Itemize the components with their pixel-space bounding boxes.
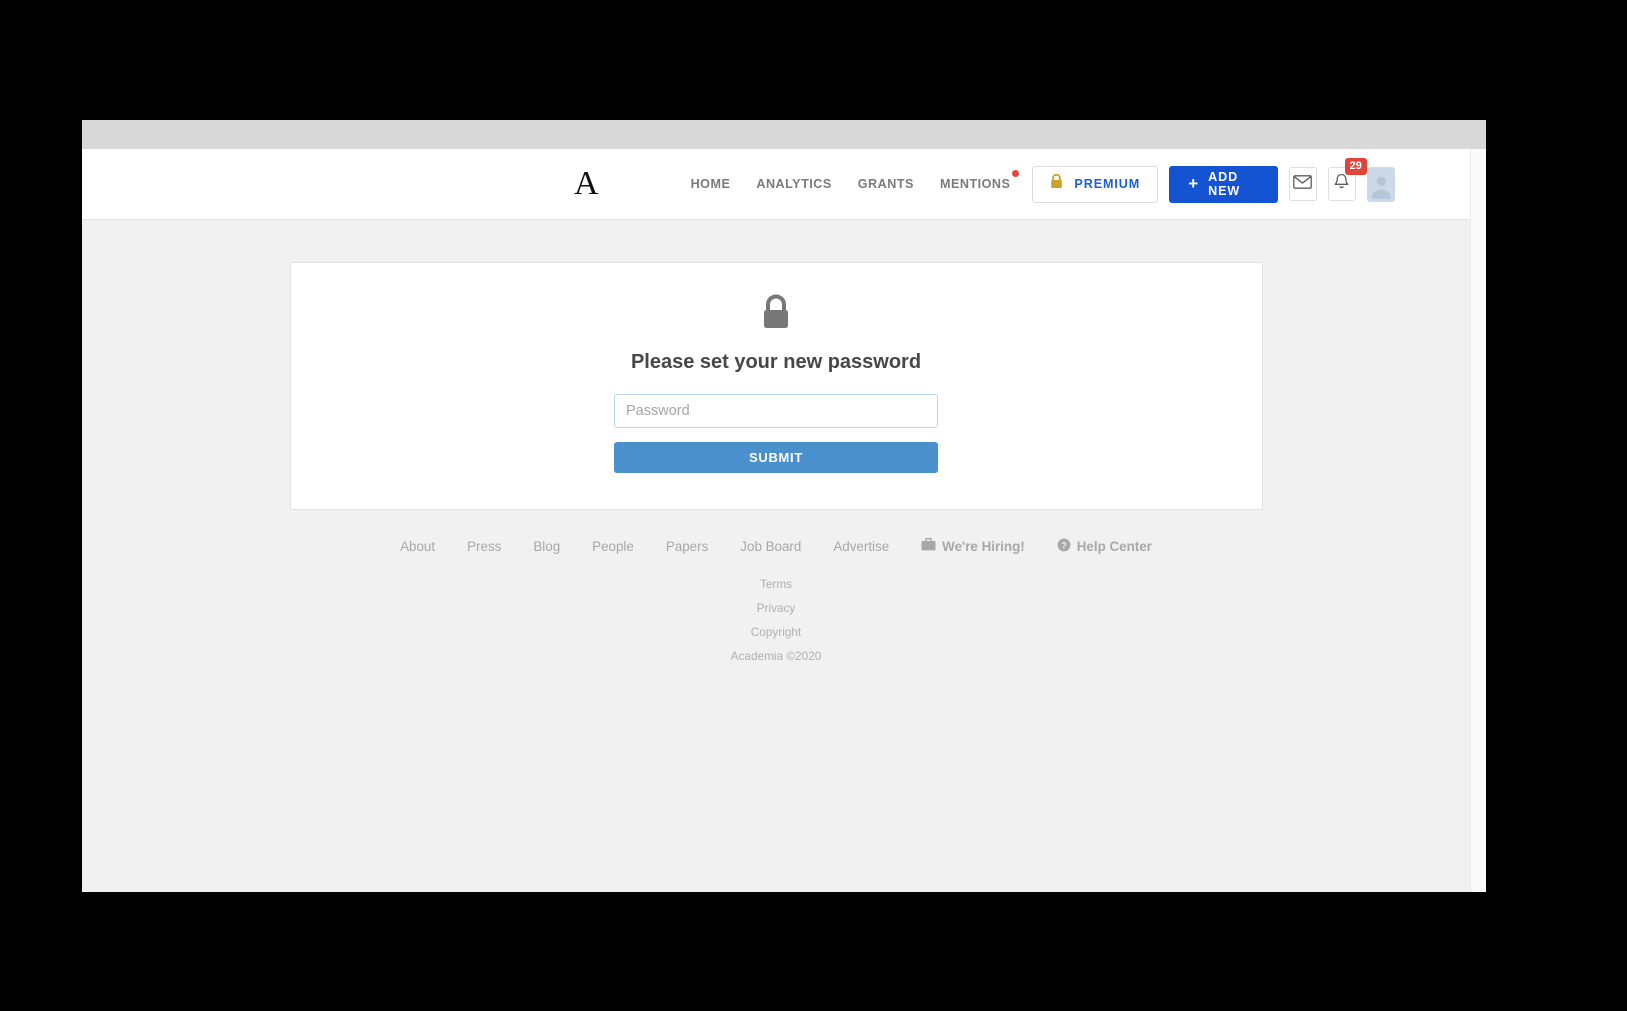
add-new-button[interactable]: + ADD NEW: [1169, 165, 1278, 203]
notifications-button[interactable]: 29: [1327, 158, 1367, 201]
footer-link-terms[interactable]: Terms: [82, 577, 1470, 591]
premium-button[interactable]: PREMIUM: [1032, 165, 1159, 203]
navbar-inner: A HOME ANALYTICS GRANTS MENTIONS PREMIUM…: [176, 158, 1396, 203]
lock-icon: [760, 294, 792, 337]
page-title: Please set your new password: [630, 351, 922, 373]
envelope-icon: [1293, 174, 1312, 194]
footer-legal-links: Terms Privacy Copyright Academia ©2020: [82, 577, 1470, 663]
footer-link-blog[interactable]: Blog: [533, 539, 560, 554]
nav-item-mentions[interactable]: MENTIONS: [939, 170, 1020, 191]
user-avatar-icon: [1371, 176, 1391, 199]
bell-icon: [1333, 173, 1350, 196]
submit-button[interactable]: SUBMIT: [614, 441, 938, 473]
footer-link-were-hiring[interactable]: We're Hiring!: [921, 537, 1025, 554]
nav-item-mentions-label: MENTIONS: [939, 177, 1011, 191]
footer-link-help-center[interactable]: ? Help Center: [1057, 538, 1152, 555]
lock-icon: [1050, 173, 1063, 194]
academia-logo[interactable]: A: [574, 167, 599, 201]
messages-button[interactable]: [1288, 167, 1317, 201]
browser-chrome-bar: [82, 120, 1486, 149]
footer-links-row: About Press Blog People Papers Job Board…: [82, 537, 1470, 555]
nav-item-analytics-label: ANALYTICS: [756, 177, 832, 191]
footer-link-papers[interactable]: Papers: [666, 539, 708, 554]
nav-item-home[interactable]: HOME: [691, 177, 731, 191]
footer-link-press[interactable]: Press: [467, 539, 501, 554]
password-input[interactable]: [614, 393, 938, 428]
add-new-button-label: ADD NEW: [1208, 170, 1241, 198]
nav-item-grants-label: GRANTS: [857, 177, 914, 191]
footer-link-privacy[interactable]: Privacy: [82, 601, 1470, 615]
footer-link-help-center-label: Help Center: [1076, 538, 1152, 554]
svg-text:?: ?: [1061, 540, 1067, 550]
footer-link-people[interactable]: People: [592, 539, 634, 554]
notifications-badge: 29: [1344, 158, 1367, 175]
nav-item-home-label: HOME: [690, 177, 731, 191]
footer-copyright-text: Academia ©2020: [730, 648, 822, 663]
footer-link-job-board[interactable]: Job Board: [740, 539, 801, 554]
nav-item-grants[interactable]: GRANTS: [858, 177, 914, 191]
top-navigation-bar: A HOME ANALYTICS GRANTS MENTIONS PREMIUM…: [82, 149, 1470, 220]
footer-link-about[interactable]: About: [400, 539, 435, 554]
briefcase-icon: [921, 537, 936, 554]
mentions-notification-dot: [1012, 170, 1020, 177]
vertical-scrollbar[interactable]: [1470, 149, 1486, 892]
page-content: A HOME ANALYTICS GRANTS MENTIONS PREMIUM…: [82, 149, 1470, 892]
plus-icon: +: [1188, 174, 1199, 193]
premium-button-label: PREMIUM: [1074, 177, 1141, 191]
nav-links: HOME ANALYTICS GRANTS MENTIONS: [691, 170, 1020, 191]
avatar[interactable]: [1366, 166, 1396, 202]
footer-link-advertise[interactable]: Advertise: [833, 539, 889, 554]
footer-link-copyright[interactable]: Copyright: [82, 625, 1470, 639]
main-content: Please set your new password SUBMIT: [82, 220, 1470, 510]
footer-link-were-hiring-label: We're Hiring!: [942, 538, 1025, 554]
navbar-actions: PREMIUM + ADD NEW 29: [1032, 158, 1396, 203]
set-password-card: Please set your new password SUBMIT: [289, 262, 1263, 510]
browser-viewport: A HOME ANALYTICS GRANTS MENTIONS PREMIUM…: [82, 149, 1486, 892]
question-circle-icon: ?: [1057, 538, 1071, 555]
nav-item-analytics[interactable]: ANALYTICS: [756, 177, 831, 191]
browser-window: A HOME ANALYTICS GRANTS MENTIONS PREMIUM…: [82, 120, 1486, 892]
page-footer: About Press Blog People Papers Job Board…: [82, 510, 1470, 663]
